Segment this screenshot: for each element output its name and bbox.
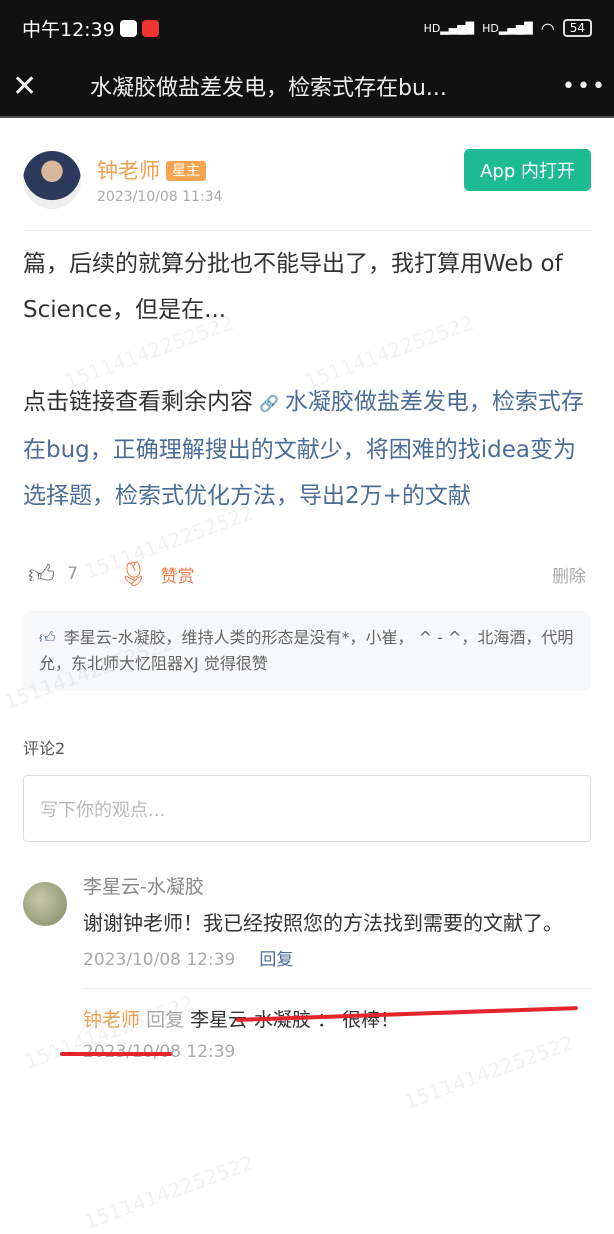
role-badge: 星主 — [166, 161, 206, 181]
likers-list: 李星云-水凝胶，维持人类的形态是没有*，小崔， ^ - ^，北海酒，代明允，东北… — [39, 628, 574, 673]
commenter-avatar[interactable] — [23, 882, 67, 926]
red-underline — [60, 1052, 172, 1056]
page-title: 水凝胶做盐差发电，检索式存在bu... — [90, 76, 447, 101]
comment-input[interactable]: 写下你的观点... — [23, 775, 591, 842]
wifi-icon: ◠ — [540, 18, 555, 38]
reward-label: 赞赏 — [160, 566, 195, 587]
link-icon: 🔗 — [259, 394, 279, 413]
reply-verb: 回复 — [146, 1009, 185, 1031]
thumbs-up-filled-icon: 👍︎ — [39, 628, 56, 647]
comments-label: 评论2 — [23, 739, 66, 758]
commenter-name[interactable]: 李星云-水凝胶 — [83, 872, 591, 899]
status-bar: 中午12:39 HD▂▄▆█ HD▂▄▆█ ◠ 54 — [0, 0, 614, 56]
post-time: 2023/10/08 11:34 — [97, 189, 223, 205]
likers-box: 👍︎ 李星云-水凝胶，维持人类的形态是没有*，小崔， ^ - ^，北海酒，代明允，… — [23, 611, 591, 691]
link-prompt: 点击链接查看剩余内容 — [23, 389, 253, 415]
comment-text: 谢谢钟老师！我已经按照您的方法找到需要的文献了。 — [83, 911, 563, 935]
delete-button[interactable]: 删除 — [552, 562, 586, 587]
post-header: 钟老师 星主 2023/10/08 11:34 App 内打开 — [0, 118, 614, 212]
more-icon[interactable]: ••• — [562, 74, 605, 99]
baidu-app-icon — [119, 19, 137, 37]
reply-button[interactable]: 回复 — [259, 950, 293, 970]
thumbs-up-icon[interactable]: 👍︎ — [28, 559, 55, 590]
app-notification-icon — [141, 19, 159, 37]
comment-item: 李星云-水凝胶 谢谢钟老师！我已经按照您的方法找到需要的文献了。 2023/10… — [0, 842, 614, 1062]
avatar[interactable] — [23, 151, 81, 209]
watermark: 15114142252522 — [81, 1150, 257, 1234]
battery-icon: 54 — [562, 19, 592, 37]
reply-separator: ： — [317, 1009, 337, 1031]
close-icon[interactable]: ✕ — [12, 69, 62, 104]
reply-item: 钟老师 回复 李星云-水凝胶 ： 很棒！ 2023/10/08 12:39 — [83, 988, 591, 1062]
post-text: 篇，后续的就算分批也不能导出了，我打算用Web of Science，但是在..… — [23, 251, 563, 323]
signal-icon: HD▂▄▆█ — [423, 21, 475, 35]
reward-button[interactable]: 🌷︎ 赞赏 — [118, 560, 194, 588]
like-count: 7 — [67, 564, 78, 584]
comment-time: 2023/10/08 12:39 — [83, 950, 236, 970]
post-content: 篇，后续的就算分批也不能导出了，我打算用Web of Science，但是在..… — [0, 231, 614, 519]
top-nav: ✕ 水凝胶做盐差发电，检索式存在bu... ••• — [0, 56, 614, 118]
flower-icon: 🌷︎ — [118, 560, 149, 588]
post-actions: 👍︎ 7 🌷︎ 赞赏 删除 — [0, 519, 614, 599]
status-time: 中午12:39 — [22, 18, 115, 41]
open-in-app-button[interactable]: App 内打开 — [464, 149, 591, 191]
signal-icon-2: HD▂▄▆█ — [482, 21, 533, 35]
reply-author[interactable]: 钟老师 — [83, 1009, 140, 1031]
author-name[interactable]: 钟老师 — [97, 159, 160, 183]
